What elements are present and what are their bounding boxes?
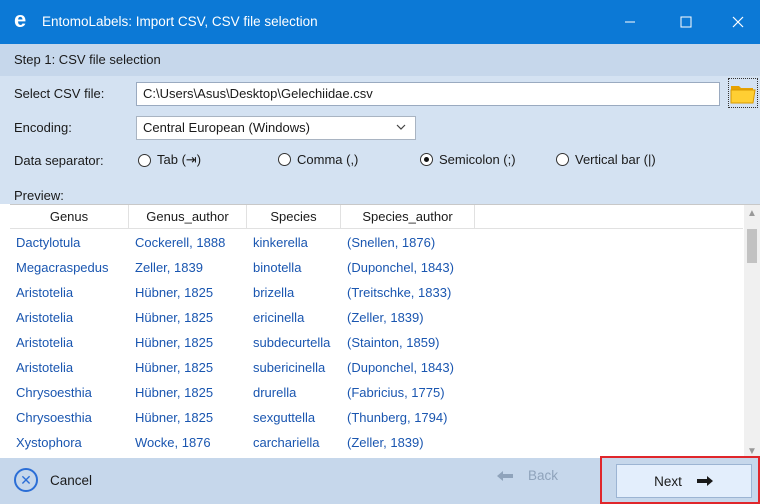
- cell-genus: Xystophora: [16, 435, 82, 450]
- radio-circle: [556, 153, 569, 166]
- cancel-x-icon: ✕: [14, 468, 38, 492]
- column-header-species-author[interactable]: Species_author: [341, 205, 475, 229]
- radio-semicolon-label: Semicolon (;): [439, 152, 516, 167]
- encoding-value: Central European (Windows): [143, 120, 310, 135]
- window-title: EntomoLabels: Import CSV, CSV file selec…: [42, 14, 318, 29]
- minimize-icon: [625, 21, 635, 23]
- close-button[interactable]: [716, 0, 760, 44]
- cell-genus-author: Wocke, 1876: [135, 435, 211, 450]
- cell-species-author: (Stainton, 1859): [347, 335, 440, 350]
- table-row[interactable]: Chrysoesthia Hübner, 1825 sexguttella (Thun…: [10, 405, 743, 430]
- preview-label: Preview:: [14, 188, 64, 203]
- scroll-thumb[interactable]: [747, 229, 757, 263]
- cell-genus: Aristotelia: [16, 285, 74, 300]
- next-button[interactable]: Next: [616, 464, 752, 498]
- cancel-button[interactable]: ✕ Cancel: [14, 468, 92, 492]
- cell-genus: Aristotelia: [16, 310, 74, 325]
- step-header: Step 1: CSV file selection: [0, 44, 760, 76]
- table-row[interactable]: Chrysoesthia Hübner, 1825 drurella (Fabrici…: [10, 380, 743, 405]
- radio-comma-label: Comma (,): [297, 152, 359, 167]
- radio-circle-selected: [420, 153, 433, 166]
- browse-folder-button[interactable]: [728, 78, 758, 108]
- cell-genus: Megacraspedus: [16, 260, 109, 275]
- app-logo-icon: e: [14, 7, 27, 32]
- separator-label: Data separator:: [14, 153, 104, 168]
- radio-semicolon[interactable]: Semicolon (;): [420, 152, 516, 167]
- cell-genus-author: Zeller, 1839: [135, 260, 203, 275]
- cell-genus-author: Cockerell, 1888: [135, 235, 226, 250]
- radio-vertical-bar[interactable]: Vertical bar (|): [556, 152, 656, 167]
- grid-header: Genus Genus_author Species Species_autho…: [10, 205, 743, 229]
- cell-genus-author: Hübner, 1825: [135, 335, 214, 350]
- cell-species-author: (Fabricius, 1775): [347, 385, 445, 400]
- cell-genus-author: Hübner, 1825: [135, 360, 214, 375]
- cell-genus-author: Hübner, 1825: [135, 285, 214, 300]
- cell-species: sexguttella: [253, 410, 316, 425]
- cell-species-author: (Treitschke, 1833): [347, 285, 452, 300]
- cell-species-author: (Zeller, 1839): [347, 435, 424, 450]
- cell-species-author: (Zeller, 1839): [347, 310, 424, 325]
- table-row[interactable]: Xystophora Wocke, 1876 carchariella (Zeller…: [10, 430, 743, 455]
- back-button[interactable]: Back: [496, 468, 558, 483]
- cell-species: brizella: [253, 285, 295, 300]
- encoding-select[interactable]: Central European (Windows): [136, 116, 416, 140]
- cell-genus: Aristotelia: [16, 335, 74, 350]
- radio-tab[interactable]: Tab (⇥): [138, 152, 201, 168]
- table-row[interactable]: Megacraspedus Zeller, 1839 binotella (Dupon…: [10, 255, 743, 280]
- cell-species: subdecurtella: [253, 335, 331, 350]
- vertical-scrollbar[interactable]: ▲ ▼: [744, 205, 760, 458]
- cell-genus-author: Hübner, 1825: [135, 385, 214, 400]
- arrow-right-icon: [696, 476, 713, 486]
- column-header-species[interactable]: Species: [247, 205, 341, 229]
- table-row[interactable]: Dactylotula Cockerell, 1888 kinkerella (Sne…: [10, 230, 743, 255]
- close-icon: [732, 16, 744, 28]
- scroll-up-icon[interactable]: ▲: [744, 205, 760, 221]
- next-label: Next: [654, 473, 682, 489]
- table-row[interactable]: Aristotelia Hübner, 1825 brizella (Treitsch…: [10, 280, 743, 305]
- column-header-genus[interactable]: Genus: [10, 205, 129, 229]
- table-row[interactable]: Aristotelia Hübner, 1825 subericinella (Dup…: [10, 355, 743, 380]
- cell-species-author: (Duponchel, 1843): [347, 360, 454, 375]
- chevron-down-icon: [396, 124, 406, 130]
- cell-species: carchariella: [253, 435, 320, 450]
- cell-genus: Chrysoesthia: [16, 410, 92, 425]
- maximize-icon: [680, 16, 692, 28]
- cell-genus-author: Hübner, 1825: [135, 310, 214, 325]
- maximize-button[interactable]: [664, 0, 708, 44]
- csv-file-path-field[interactable]: C:\Users\Asus\Desktop\Gelechiidae.csv: [136, 82, 720, 106]
- cancel-label: Cancel: [50, 472, 93, 488]
- cell-genus: Dactylotula: [16, 235, 81, 250]
- cell-genus: Chrysoesthia: [16, 385, 92, 400]
- radio-circle: [138, 153, 151, 167]
- cell-species: binotella: [253, 260, 302, 275]
- cell-species-author: (Snellen, 1876): [347, 235, 436, 250]
- radio-comma[interactable]: Comma (,): [278, 152, 358, 167]
- step-title: Step 1: CSV file selection: [14, 52, 161, 67]
- cell-species: drurella: [253, 385, 297, 400]
- folder-icon: [730, 86, 756, 104]
- radio-tab-label: Tab (⇥): [157, 152, 202, 167]
- encoding-label: Encoding:: [14, 120, 72, 135]
- arrow-left-icon: [497, 470, 513, 481]
- cell-species-author: (Duponchel, 1843): [347, 260, 454, 275]
- cell-species: ericinella: [253, 310, 305, 325]
- table-row[interactable]: Aristotelia Hübner, 1825 ericinella (Zeller…: [10, 305, 743, 330]
- cell-species-author: (Thunberg, 1794): [347, 410, 448, 425]
- options-panel: Select CSV file: C:\Users\Asus\Desktop\G…: [0, 76, 760, 204]
- back-label: Back: [528, 468, 559, 483]
- cell-genus: Aristotelia: [16, 360, 74, 375]
- column-header-genus-author[interactable]: Genus_author: [129, 205, 247, 229]
- radio-vertical-bar-label: Vertical bar (|): [575, 152, 656, 167]
- title-bar: e EntomoLabels: Import CSV, CSV file sel…: [0, 0, 760, 44]
- minimize-button[interactable]: [608, 0, 652, 44]
- cell-genus-author: Hübner, 1825: [135, 410, 214, 425]
- table-row[interactable]: Aristotelia Hübner, 1825 subdecurtella (Sta…: [10, 330, 743, 355]
- radio-circle: [278, 153, 291, 166]
- preview-grid[interactable]: Genus Genus_author Species Species_autho…: [10, 204, 760, 458]
- file-label: Select CSV file:: [14, 86, 105, 101]
- cell-species: subericinella: [253, 360, 326, 375]
- cell-species: kinkerella: [253, 235, 308, 250]
